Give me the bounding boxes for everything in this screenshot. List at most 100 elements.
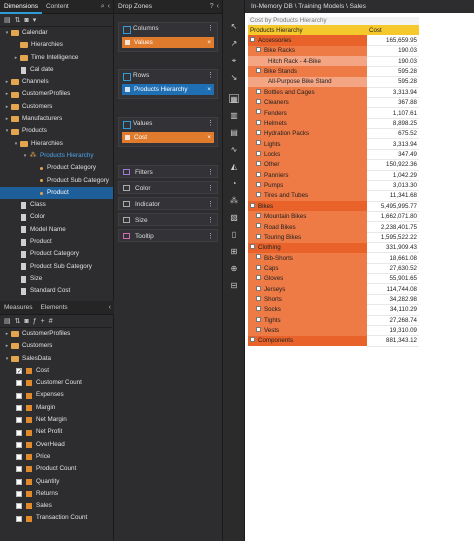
tree-map-icon[interactable]: ▧	[229, 213, 239, 222]
table-row[interactable]: Accessories 165,659.95	[248, 35, 419, 47]
tooltip-zone[interactable]: Tooltip ⋮	[118, 229, 218, 242]
expand-icon[interactable]	[256, 181, 261, 187]
row-header[interactable]: Tights	[248, 315, 367, 326]
pie-chart-icon[interactable]: ◔	[229, 179, 239, 188]
expand-icon[interactable]	[256, 264, 261, 270]
chevron-down-icon[interactable]: ▾	[3, 27, 11, 39]
row-header[interactable]: Clothing	[248, 242, 367, 253]
table-row[interactable]: Lights 3,313.94	[248, 138, 419, 150]
indicator-zone[interactable]: Indicator ⋮	[118, 197, 218, 210]
expand-icon[interactable]	[256, 99, 261, 105]
search-icon[interactable]: ⌕	[101, 3, 105, 11]
tree-item[interactable]: ▸ Manufacturers	[0, 113, 113, 125]
table-row[interactable]: Bottles and Cages 3,313.94	[248, 87, 419, 99]
measure-item[interactable]: Net Margin	[0, 414, 114, 426]
chevron-right-icon[interactable]: ▸	[3, 88, 11, 100]
row-header[interactable]: Caps	[248, 263, 367, 274]
more-icon[interactable]: ⋮	[207, 230, 214, 243]
more-icon[interactable]: ⋮	[207, 118, 214, 130]
row-header[interactable]: All-Purpose Bike Stand	[248, 76, 367, 88]
table-row[interactable]: Fenders 1,107.61	[248, 107, 419, 119]
expand-icon[interactable]	[256, 119, 261, 125]
tree-item[interactable]: ▸ Time Intelligence	[0, 52, 113, 64]
measure-item[interactable]: Price	[0, 451, 114, 463]
chevron-down-icon[interactable]: ▾	[3, 353, 11, 365]
checkbox[interactable]	[16, 417, 22, 424]
expand-icon[interactable]	[256, 140, 261, 146]
row-header[interactable]: Touring Bikes	[248, 232, 367, 243]
sort-icon[interactable]: ⇅	[15, 16, 21, 24]
more-icon[interactable]: ⋮	[207, 70, 214, 82]
lasso-icon[interactable]: ⌖	[229, 56, 239, 65]
pointer-icon[interactable]: ↖	[229, 22, 239, 31]
expand-icon[interactable]	[256, 47, 261, 53]
more-icon[interactable]: ⋮	[207, 214, 214, 227]
expand-icon[interactable]	[256, 326, 261, 332]
table-row[interactable]: Cleaners 367.88	[248, 97, 419, 109]
expand-icon[interactable]	[256, 109, 261, 115]
expand-icon[interactable]	[256, 275, 261, 281]
more-icon[interactable]: ⋮	[207, 166, 214, 179]
table-row[interactable]: Shorts 34,282.98	[248, 294, 419, 306]
checkbox[interactable]	[16, 466, 22, 473]
tree-item[interactable]: Product Sub Category	[0, 261, 113, 273]
tree-item[interactable]: Product Category	[0, 162, 113, 174]
camera-icon[interactable]: ◙	[25, 318, 29, 325]
expand-icon[interactable]	[250, 202, 255, 208]
row-header[interactable]: Road Bikes	[248, 221, 367, 233]
measure-item[interactable]: Customer Count	[0, 377, 114, 389]
help-icon[interactable]: ?	[210, 3, 214, 10]
size-zone[interactable]: Size ⋮	[118, 213, 218, 226]
table-row[interactable]: Bike Racks 190.03	[248, 45, 419, 57]
table-row[interactable]: Clothing 331,909.43	[248, 242, 419, 254]
products-hierarchy-pill[interactable]: Products Hierarchy ×	[122, 84, 214, 95]
chevron-right-icon[interactable]: ▸	[3, 340, 11, 352]
tab-elements[interactable]: Elements	[37, 301, 72, 315]
row-header[interactable]: Bikes	[248, 201, 367, 212]
row-header[interactable]: Cleaners	[248, 97, 367, 108]
tree-item[interactable]: Cal date	[0, 64, 113, 76]
grid-icon[interactable]: ▦	[229, 94, 239, 104]
values-zone[interactable]: Values ⋮ Cost ×	[118, 117, 218, 147]
tree-item[interactable]: ▾ ⁂ Products Hierarchy	[0, 150, 113, 162]
sort-icon[interactable]: ⇅	[15, 317, 21, 325]
table-row[interactable]: Components 881,343.12	[248, 335, 419, 347]
table-row[interactable]: Locks 347.49	[248, 149, 419, 161]
chevron-left-icon[interactable]: ‹	[109, 304, 111, 311]
col-header-products-hierarchy[interactable]: Products Hierarchy	[248, 25, 367, 36]
row-header[interactable]: Locks	[248, 149, 367, 160]
measure-item[interactable]: ▸ CustomerProfiles	[0, 328, 114, 340]
checkbox[interactable]	[16, 454, 22, 461]
table-row[interactable]: Vests 19,310.09	[248, 325, 419, 337]
more-icon[interactable]: ⋮	[207, 182, 214, 195]
measure-item[interactable]: Sales	[0, 500, 114, 512]
drill-icon[interactable]: ↘	[229, 73, 239, 82]
checkbox[interactable]	[16, 380, 22, 387]
table-row[interactable]: Tights 27,268.74	[248, 315, 419, 326]
add-icon[interactable]: +	[41, 318, 45, 325]
tab-content[interactable]: Content	[42, 0, 73, 14]
row-header[interactable]: Bike Racks	[248, 45, 367, 57]
tree-item[interactable]: ▸ Customers	[0, 101, 113, 113]
measure-item[interactable]: Cost	[0, 365, 114, 378]
area-chart-icon[interactable]: ◭	[229, 162, 239, 171]
expand-icon[interactable]	[256, 316, 261, 322]
expand-icon[interactable]	[256, 223, 261, 229]
tree-item[interactable]: Product Sub Category	[0, 175, 113, 187]
table-row[interactable]: Mountain Bikes 1,662,071.80	[248, 211, 419, 223]
function-icon[interactable]: ƒ	[33, 318, 37, 325]
tree-item[interactable]: Product	[0, 236, 113, 248]
measure-item[interactable]: Expenses	[0, 389, 114, 401]
row-header[interactable]: Accessories	[248, 35, 367, 46]
more-icon[interactable]: ⋮	[207, 198, 214, 211]
hash-icon[interactable]: #	[49, 318, 53, 325]
cost-pill[interactable]: Cost ×	[122, 132, 214, 143]
table-row[interactable]: Bike Stands 595.28	[248, 66, 419, 78]
expand-icon[interactable]	[256, 161, 261, 167]
row-header[interactable]: Socks	[248, 304, 367, 316]
row-header[interactable]: Shorts	[248, 294, 367, 305]
tree-item[interactable]: Color	[0, 211, 113, 223]
chevron-left-icon[interactable]: ‹	[217, 3, 219, 10]
bar-chart-icon[interactable]: ▥	[229, 111, 239, 120]
expand-icon[interactable]	[250, 337, 255, 343]
